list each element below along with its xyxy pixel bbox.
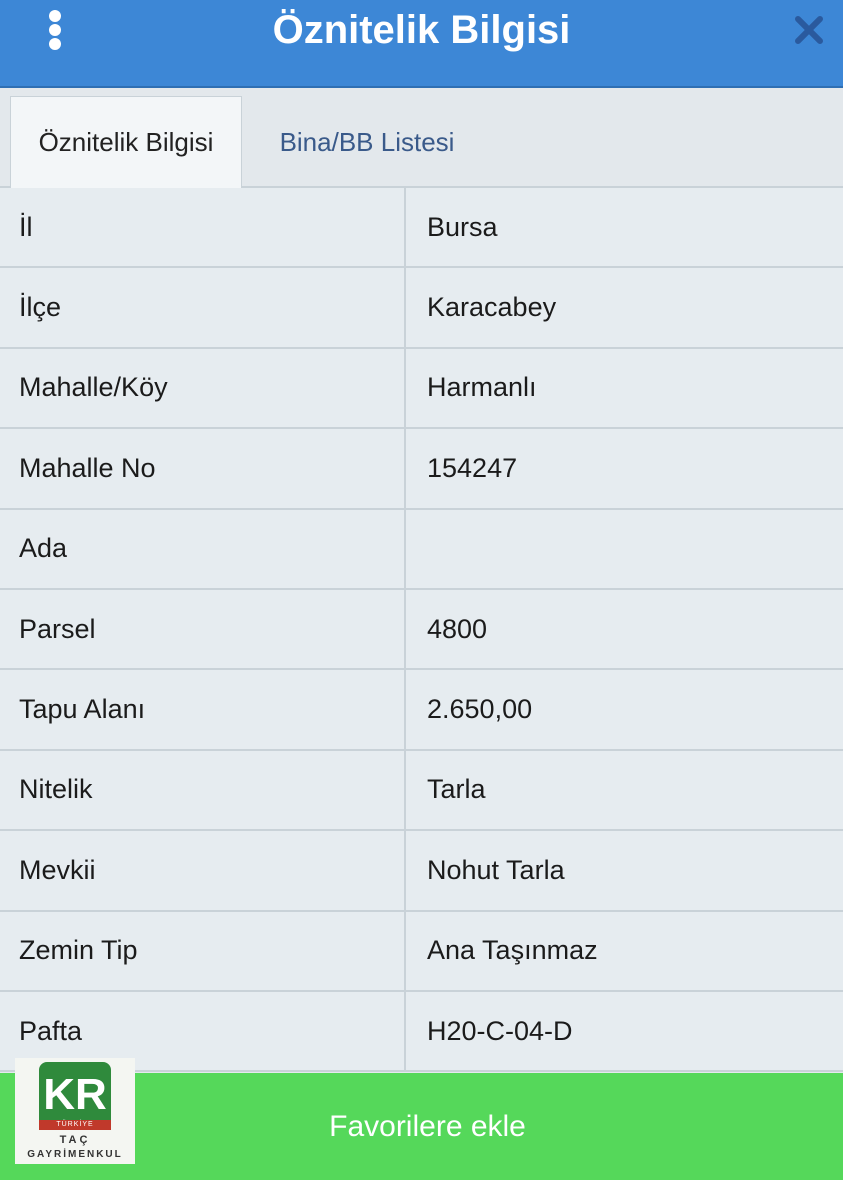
row-label: Ada (0, 509, 406, 588)
row-value: Tarla (427, 774, 486, 805)
row-value: 154247 (427, 452, 518, 483)
close-icon[interactable] (793, 14, 825, 46)
table-row: Parsel 4800 (0, 589, 843, 671)
row-value: H20-C-04-D (427, 1015, 573, 1046)
row-label: Mahalle No (0, 429, 406, 508)
row-label: Zemin Tip (0, 911, 406, 990)
table-row: Ada (0, 509, 843, 590)
row-value: 2.650,00 (427, 694, 533, 725)
table-row: Zemin Tip Ana Taşınmaz (0, 911, 843, 992)
logo-text-line2: GAYRİMENKUL (27, 1149, 123, 1160)
attribute-table: İl Bursa İlçe Karacabey Mahalle/Köy Harm… (0, 188, 843, 1073)
add-to-favorites-label: Favorilere ekle (329, 1109, 526, 1143)
row-label: İl (0, 188, 406, 267)
logo-text-line1: TAÇ (59, 1134, 91, 1146)
table-row: İlçe Karacabey (0, 268, 843, 349)
row-value: Nohut Tarla (427, 854, 565, 885)
row-value: Karacabey (427, 292, 557, 323)
row-label: İlçe (0, 268, 406, 347)
table-row: Nitelik Tarla (0, 750, 843, 832)
row-label: Tapu Alanı (0, 670, 406, 749)
row-label: Mevkii (0, 831, 406, 910)
row-value: 4800 (427, 613, 488, 644)
table-row: Mahalle No 154247 (0, 429, 843, 510)
table-row: İl Bursa (0, 188, 843, 269)
row-label: Parsel (0, 589, 406, 669)
table-row: Tapu Alanı 2.650,00 (0, 670, 843, 751)
row-value: Bursa (427, 211, 498, 242)
brand-logo: KR TÜRKİYE TAÇ GAYRİMENKUL (15, 1058, 135, 1164)
row-label: Nitelik (0, 750, 406, 830)
table-row: Mevkii Nohut Tarla (0, 831, 843, 912)
table-row: Mahalle/Köy Harmanlı (0, 348, 843, 430)
row-value (406, 510, 843, 588)
logo-country-bar: TÜRKİYE (39, 1120, 111, 1130)
tab-bina-bb-listesi[interactable]: Bina/BB Listesi (252, 96, 482, 188)
row-value: Harmanlı (427, 372, 537, 403)
logo-mark: KR (39, 1062, 111, 1128)
tab-oznitelik-bilgisi[interactable]: Öznitelik Bilgisi (10, 96, 242, 188)
tab-bar: Öznitelik Bilgisi Bina/BB Listesi (0, 88, 843, 188)
top-bar: Öznitelik Bilgisi (0, 0, 843, 88)
row-label: Mahalle/Köy (0, 348, 406, 428)
page-title: Öznitelik Bilgisi (272, 8, 571, 52)
row-value: Ana Taşınmaz (427, 935, 598, 966)
